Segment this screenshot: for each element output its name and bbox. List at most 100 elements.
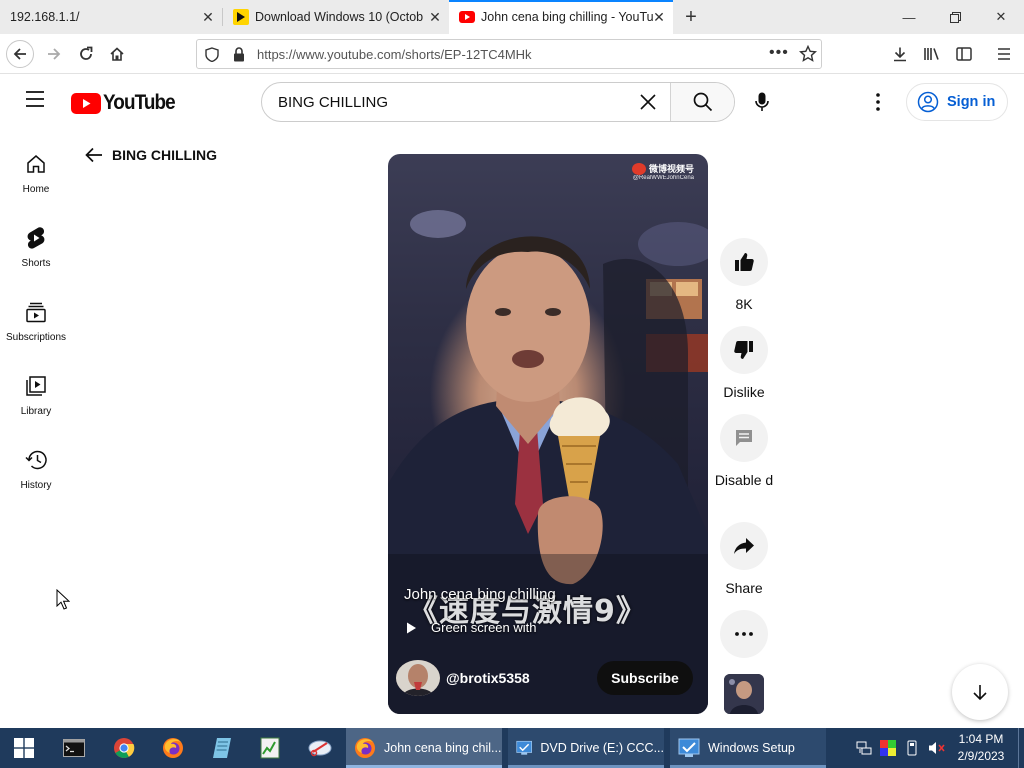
browser-toolbar: https://www.youtube.com/shorts/EP-12TC4M…: [0, 34, 1024, 74]
channel-avatar[interactable]: [396, 660, 440, 696]
url-text: https://www.youtube.com/shorts/EP-12TC4M…: [257, 46, 532, 62]
sidebar-toggle-icon[interactable]: [950, 40, 978, 68]
volume-muted-icon[interactable]: [928, 740, 946, 761]
audio-row[interactable]: Green screen with: [404, 620, 537, 635]
home-button[interactable]: [103, 40, 131, 68]
play-icon: [407, 622, 416, 633]
sidebar-label: Home: [22, 184, 50, 195]
sidebar-label: History: [20, 480, 52, 491]
clear-search-icon[interactable]: [626, 83, 670, 121]
sidebar-item-shorts[interactable]: Shorts: [0, 224, 72, 298]
network-icon[interactable]: [856, 740, 872, 761]
comments-label: Disable d: [714, 472, 774, 488]
windows-logo-icon: [14, 738, 34, 758]
tab-youtube[interactable]: John cena bing chilling - YouTu ✕: [449, 0, 673, 34]
youtube-masthead: YouTube BING CHILLING Sign in: [0, 74, 1024, 130]
task-manager-icon[interactable]: [250, 732, 290, 764]
close-window-icon[interactable]: ✕: [978, 0, 1024, 34]
taskbar-window-dvd-drive[interactable]: DVD Drive (E:) CCC...: [508, 728, 664, 768]
notepad-icon[interactable]: [202, 732, 242, 764]
more-options-button[interactable]: [720, 610, 768, 658]
address-bar[interactable]: https://www.youtube.com/shorts/EP-12TC4M…: [196, 39, 822, 69]
sidebar-label: Shorts: [21, 258, 51, 269]
microphone-icon: [755, 92, 769, 111]
audio-label: Green screen with: [431, 620, 537, 635]
clock-time: 1:04 PM: [958, 732, 1004, 746]
usb-device-icon[interactable]: [906, 740, 918, 761]
back-button[interactable]: [6, 40, 34, 68]
display-color-icon[interactable]: [880, 740, 896, 761]
sign-in-button[interactable]: Sign in: [906, 83, 1008, 121]
sidebar-item-subscriptions[interactable]: Subscriptions: [0, 298, 72, 372]
close-icon[interactable]: ✕: [200, 9, 216, 25]
taskbar-window-title: John cena bing chil...: [384, 741, 502, 755]
dislike-button[interactable]: [720, 326, 768, 374]
thumbs-up-icon: [735, 253, 754, 271]
sidebar-item-library[interactable]: Library: [0, 372, 72, 446]
taskbar-window-firefox[interactable]: John cena bing chil...: [346, 728, 502, 768]
subscriptions-icon: [25, 298, 47, 326]
mouse-cursor-icon: [56, 588, 71, 616]
reload-button[interactable]: [72, 40, 100, 68]
channel-name[interactable]: @brotix5358: [446, 670, 530, 686]
show-desktop-button[interactable]: [1018, 728, 1024, 768]
close-icon[interactable]: ✕: [651, 9, 667, 25]
guide-menu-icon[interactable]: [24, 90, 46, 113]
minimize-window-icon[interactable]: —: [886, 0, 932, 34]
arrow-left-icon: [85, 147, 102, 163]
forward-button[interactable]: [40, 40, 68, 68]
library-icon[interactable]: [918, 40, 946, 68]
sidebar-label: Library: [20, 406, 52, 417]
youtube-favicon-icon: [459, 9, 475, 25]
sidebar-item-history[interactable]: History: [0, 446, 72, 520]
tab-title: John cena bing chilling - YouTu: [481, 10, 654, 24]
snipping-tool-icon[interactable]: [300, 732, 340, 764]
weibo-logo-icon: [631, 162, 646, 175]
settings-more-icon[interactable]: [868, 92, 888, 117]
short-title[interactable]: John cena bing chilling: [404, 586, 556, 603]
share-action[interactable]: Share: [720, 522, 768, 598]
firefox-icon[interactable]: [153, 732, 193, 764]
shield-icon[interactable]: [205, 47, 219, 67]
tab-download-windows[interactable]: Download Windows 10 (Octob ✕: [223, 0, 449, 34]
comments-button[interactable]: [720, 414, 768, 462]
search-button[interactable]: [670, 83, 734, 121]
like-button[interactable]: [720, 238, 768, 286]
shorts-video-player[interactable]: 微博视频号 @RealWWEJohnCena 《速度与激情9》 John cen…: [388, 154, 708, 714]
more-actions[interactable]: [720, 610, 768, 658]
taskbar-window-windows-setup[interactable]: Windows Setup: [670, 728, 826, 768]
share-button[interactable]: [720, 522, 768, 570]
chrome-icon[interactable]: [104, 732, 144, 764]
sign-in-label: Sign in: [947, 94, 996, 110]
command-prompt-icon[interactable]: [54, 732, 94, 764]
sound-thumbnail[interactable]: [724, 674, 764, 714]
bookmark-star-icon[interactable]: [798, 44, 818, 68]
comments-action[interactable]: Disable d: [715, 414, 773, 490]
more-horizontal-icon: [735, 632, 753, 636]
page-actions-icon[interactable]: •••: [769, 44, 789, 62]
like-action[interactable]: 8K: [720, 238, 768, 314]
voice-search-button[interactable]: [744, 84, 780, 120]
youtube-logo[interactable]: YouTube: [71, 91, 183, 115]
next-short-button[interactable]: [952, 664, 1008, 720]
like-count: 8K: [735, 296, 753, 312]
dislike-label: Dislike: [723, 384, 765, 400]
share-label: Share: [725, 580, 763, 596]
lock-icon[interactable]: [233, 47, 245, 67]
search-icon: [693, 92, 712, 112]
watermark-handle: @RealWWEJohnCena: [632, 175, 694, 181]
subscribe-button[interactable]: Subscribe: [597, 661, 693, 695]
close-icon[interactable]: ✕: [427, 9, 443, 25]
dislike-action[interactable]: Dislike: [720, 326, 768, 402]
sidebar-item-home[interactable]: Home: [0, 150, 72, 224]
new-tab-button[interactable]: +: [673, 0, 709, 34]
shorts-back-link[interactable]: BING CHILLING: [84, 145, 217, 165]
tab-router[interactable]: 192.168.1.1/ ✕: [0, 0, 222, 34]
setup-window-icon: [678, 738, 700, 757]
menu-icon[interactable]: [990, 40, 1018, 68]
start-button[interactable]: [4, 732, 44, 764]
downloads-icon[interactable]: [886, 40, 914, 68]
restore-window-icon[interactable]: [932, 0, 978, 34]
search-input[interactable]: BING CHILLING: [262, 94, 626, 111]
system-clock[interactable]: 1:04 PM 2/9/2023: [950, 731, 1012, 765]
